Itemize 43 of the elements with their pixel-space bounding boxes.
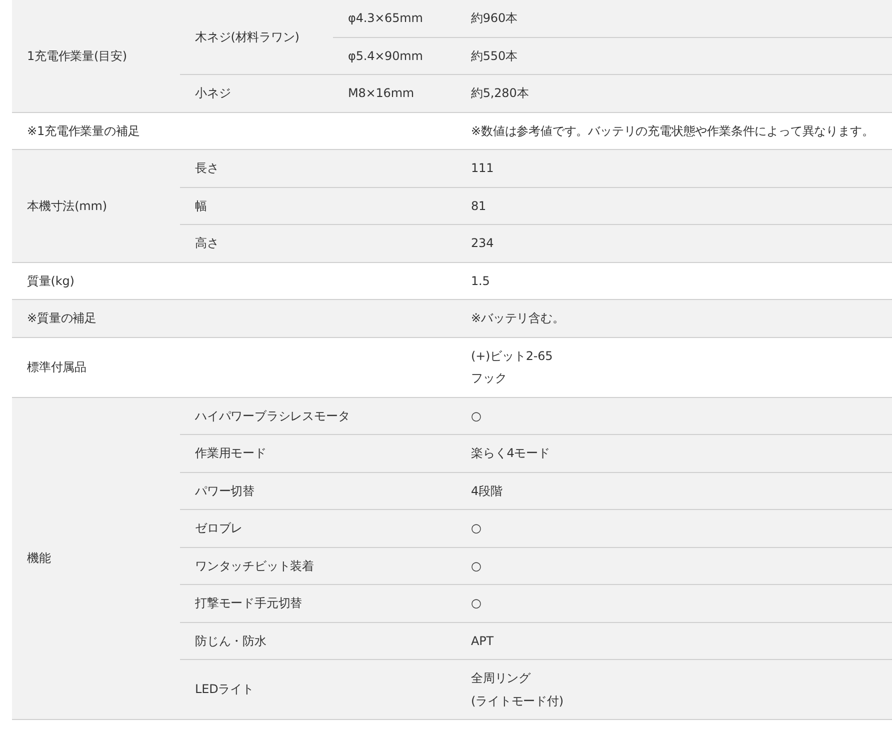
spec-value: APT (471, 632, 494, 650)
row-label: 機能 (27, 550, 51, 567)
spec-value: (+)ビット2-65 (471, 348, 553, 364)
size-label: M8×16mm (348, 85, 414, 102)
item-label: LEDライト (195, 681, 254, 698)
spec-value: ※バッテリ含む。 (471, 310, 564, 327)
spec-value: ※数値は参考値です。バッテリの充電状態や作業条件によって異なります。 (471, 122, 874, 140)
item-label: パワー切替 (195, 482, 255, 500)
item-label: 小ネジ (195, 85, 231, 102)
row-label: 質量(kg) (27, 272, 74, 290)
spec-value: 81 (471, 198, 486, 214)
spec-value: ○ (471, 558, 482, 574)
item-label: 打撃モード手元切替 (195, 595, 302, 612)
item-label: 作業用モード (195, 445, 266, 462)
item-label: ハイパワーブラシレスモータ (195, 408, 350, 424)
spec-value: 1.5 (471, 272, 490, 290)
spec-value: ○ (471, 408, 482, 424)
item-label: 木ネジ(材料ラワン) (195, 28, 300, 46)
item-label: 防じん・防水 (195, 632, 266, 650)
spec-value: 234 (471, 235, 494, 252)
spec-value: 約550本 (471, 48, 518, 64)
row-label: 標準付属品 (27, 358, 87, 376)
row-label: 本機寸法(mm) (27, 198, 107, 214)
size-label: φ4.3×65mm (348, 10, 423, 27)
spec-value: 約960本 (471, 10, 518, 27)
spec-value: 楽らく4モード (471, 445, 550, 462)
spec-value: フック (471, 370, 507, 387)
spec-value: 約5,280本 (471, 85, 529, 102)
spec-value: 4段階 (471, 482, 502, 500)
item-label: 長さ (195, 160, 219, 177)
item-label: ゼロブレ (195, 520, 243, 537)
item-label: 幅 (195, 198, 207, 214)
row-label: 1充電作業量(目安) (27, 48, 127, 64)
spec-value: 全周リング (471, 670, 531, 687)
spec-value: 111 (471, 160, 494, 177)
row-label: ※1充電作業量の補足 (27, 122, 140, 140)
item-label: ワンタッチビット装着 (195, 558, 314, 574)
item-label: 高さ (195, 235, 219, 252)
size-label: φ5.4×90mm (348, 48, 423, 64)
spec-value: ○ (471, 520, 482, 537)
row-label: ※質量の補足 (27, 310, 96, 327)
spec-value: ○ (471, 595, 482, 612)
spec-value: (ライトモード付) (471, 692, 564, 710)
